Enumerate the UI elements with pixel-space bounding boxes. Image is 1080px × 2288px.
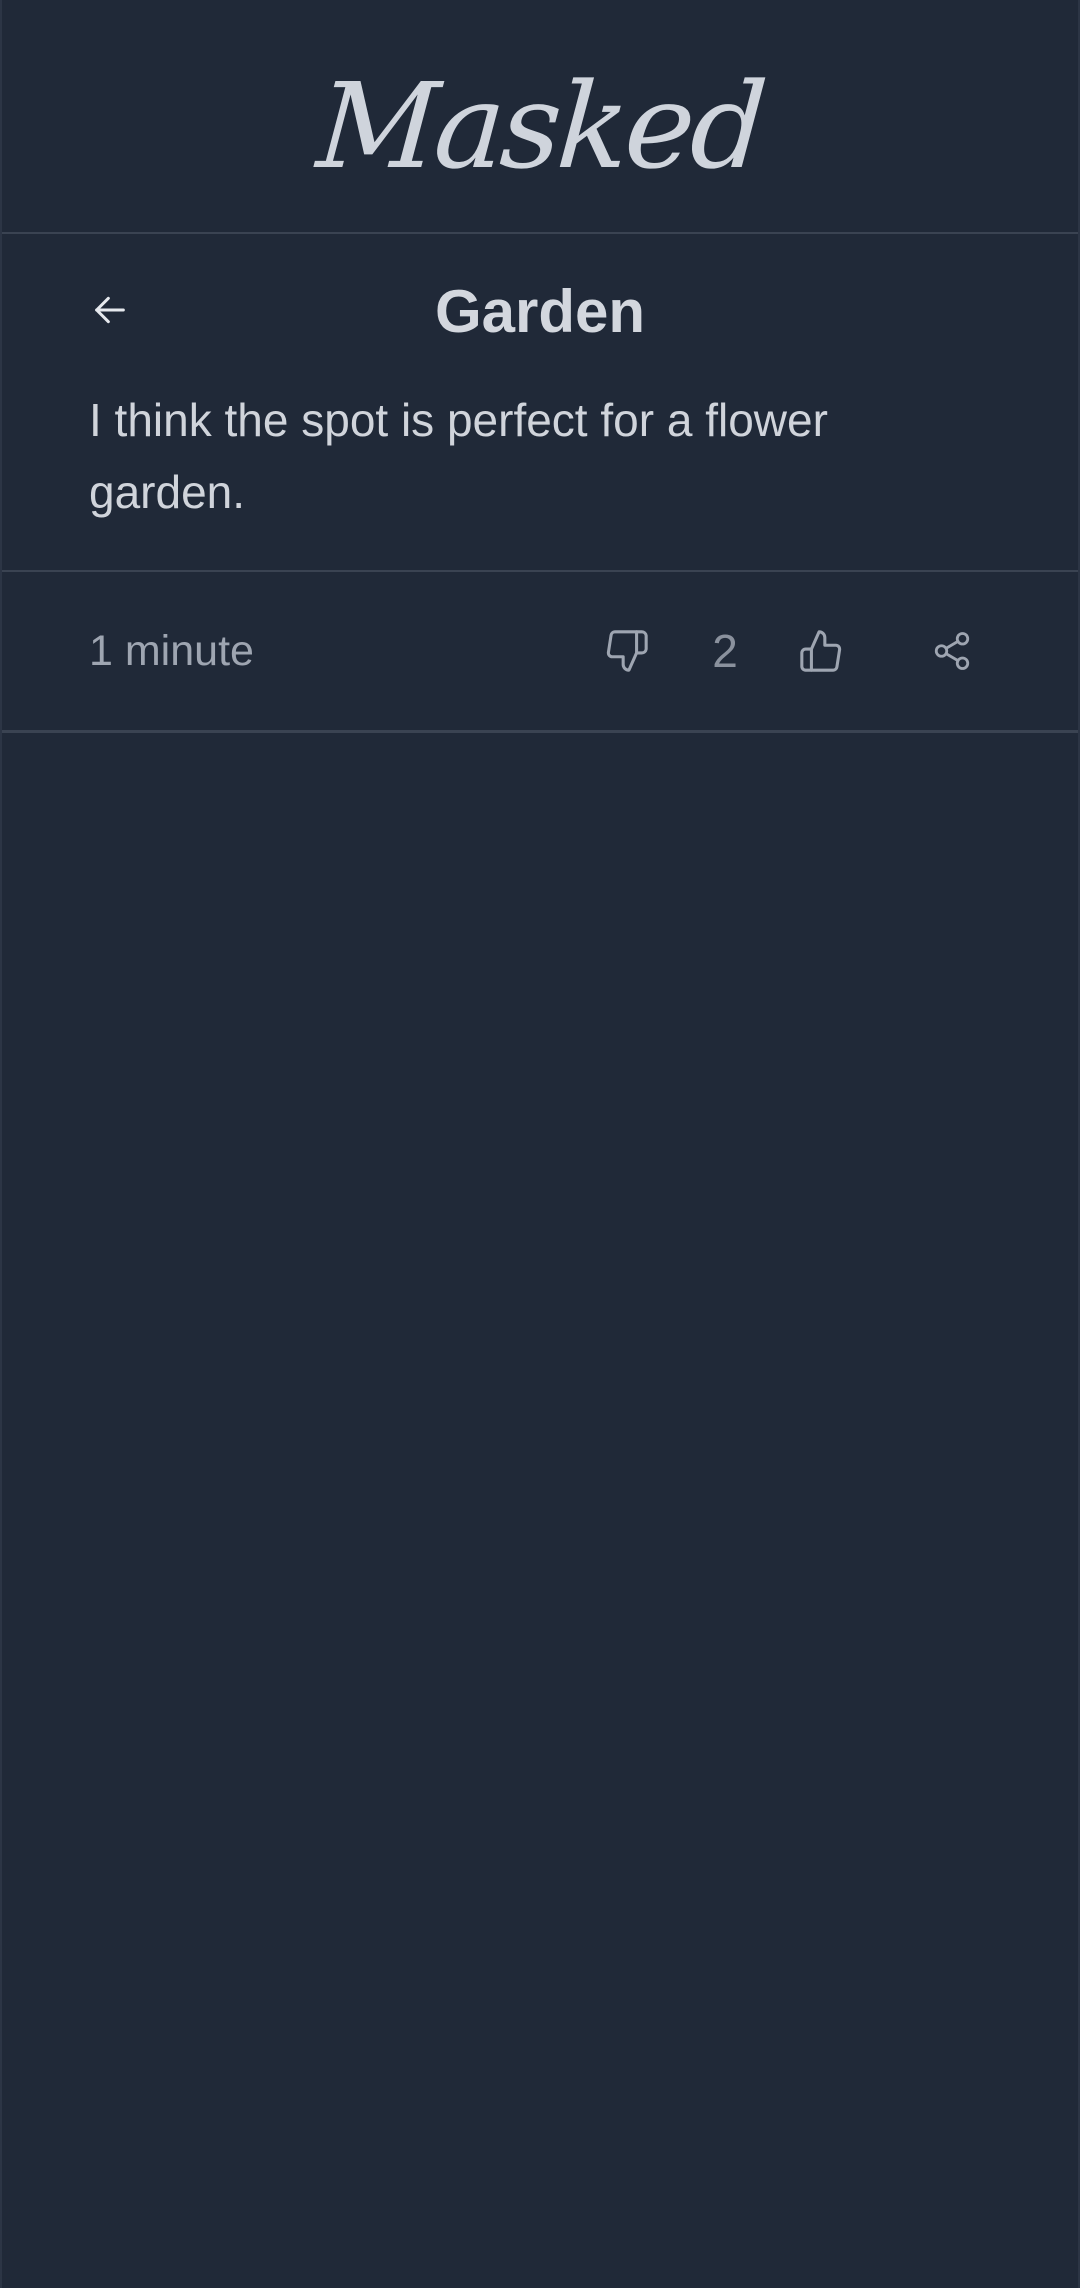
thumbs-down-icon (606, 630, 648, 672)
share-button[interactable] (920, 619, 984, 683)
app-header: Masked (2, 0, 1078, 234)
post-card: Garden I think the spot is perfect for a… (2, 234, 1078, 572)
share-icon (934, 632, 970, 670)
brand-logo: Masked (312, 57, 768, 195)
post-body: I think the spot is perfect for a flower… (89, 394, 828, 518)
post-actions-bar: 1 minute 2 (2, 572, 1078, 733)
vote-score: 2 (712, 625, 738, 677)
thumbs-up-icon (800, 630, 842, 672)
app-root: Masked Garden I think the spot is perfec… (0, 0, 1080, 2288)
post-title: Garden (434, 278, 646, 345)
dislike-button[interactable] (595, 619, 659, 683)
like-button[interactable] (789, 619, 853, 683)
post-timestamp: 1 minute (89, 626, 254, 675)
